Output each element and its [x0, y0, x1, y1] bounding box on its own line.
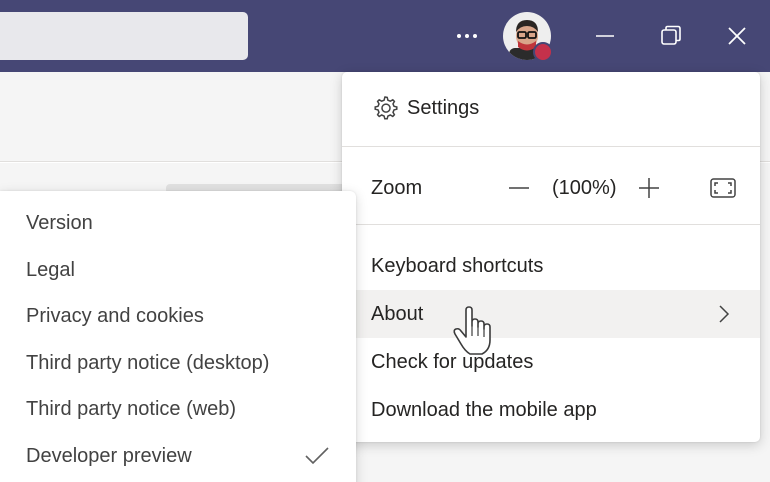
menu-divider	[342, 224, 760, 225]
menu-item-download-mobile-app[interactable]: Download the mobile app	[342, 386, 760, 434]
more-options-button[interactable]	[450, 20, 484, 52]
submenu-item-label: Developer preview	[26, 444, 192, 467]
minimize-icon	[596, 35, 614, 37]
menu-item-label: Keyboard shortcuts	[371, 254, 544, 277]
zoom-out-button[interactable]	[502, 171, 536, 205]
submenu-item-third-party-desktop[interactable]: Third party notice (desktop)	[0, 340, 356, 386]
submenu-item-label: Version	[26, 211, 93, 234]
submenu-item-third-party-web[interactable]: Third party notice (web)	[0, 386, 356, 432]
presence-status-icon	[533, 42, 553, 62]
submenu-item-legal[interactable]: Legal	[0, 247, 356, 293]
search-input[interactable]	[0, 12, 248, 60]
fullscreen-button[interactable]	[706, 172, 740, 204]
gear-icon	[371, 94, 399, 122]
chevron-right-icon	[719, 305, 730, 323]
submenu-item-privacy[interactable]: Privacy and cookies	[0, 293, 356, 339]
submenu-item-label: Third party notice (web)	[26, 397, 237, 420]
checkmark-icon	[305, 447, 329, 465]
submenu-item-developer-preview[interactable]: Developer preview	[0, 433, 356, 479]
menu-item-settings[interactable]: Settings	[342, 84, 760, 132]
plus-icon	[639, 178, 660, 198]
minus-icon	[509, 187, 529, 189]
zoom-in-button[interactable]	[632, 171, 666, 205]
minimize-button[interactable]	[587, 18, 623, 54]
about-submenu: Version Legal Privacy and cookies Third …	[0, 191, 356, 482]
menu-item-check-for-updates[interactable]: Check for updates	[342, 338, 760, 386]
title-bar	[0, 0, 770, 72]
hand-pointer-icon	[453, 306, 491, 355]
zoom-controls: (100%)	[502, 164, 666, 212]
menu-item-keyboard-shortcuts[interactable]: Keyboard shortcuts	[342, 242, 760, 290]
menu-item-label: About	[371, 302, 424, 325]
submenu-item-label: Third party notice (desktop)	[26, 351, 270, 374]
profile-menu: Settings Zoom (100%) Keyboard shortcuts …	[342, 72, 760, 442]
restore-icon	[661, 25, 681, 45]
menu-item-about[interactable]: About	[342, 290, 760, 338]
menu-item-settings-label: Settings	[407, 96, 480, 119]
fullscreen-icon	[710, 178, 736, 198]
zoom-level: (100%)	[552, 176, 617, 199]
zoom-label-text: Zoom	[371, 176, 423, 199]
more-horizontal-icon	[457, 34, 477, 38]
close-icon	[728, 27, 746, 45]
submenu-item-label: Legal	[26, 258, 75, 281]
menu-item-label: Download the mobile app	[371, 398, 597, 421]
submenu-item-version[interactable]: Version	[0, 200, 356, 246]
close-button[interactable]	[719, 18, 755, 54]
menu-divider	[342, 146, 760, 147]
maximize-button[interactable]	[653, 18, 689, 54]
submenu-item-label: Privacy and cookies	[26, 304, 204, 327]
